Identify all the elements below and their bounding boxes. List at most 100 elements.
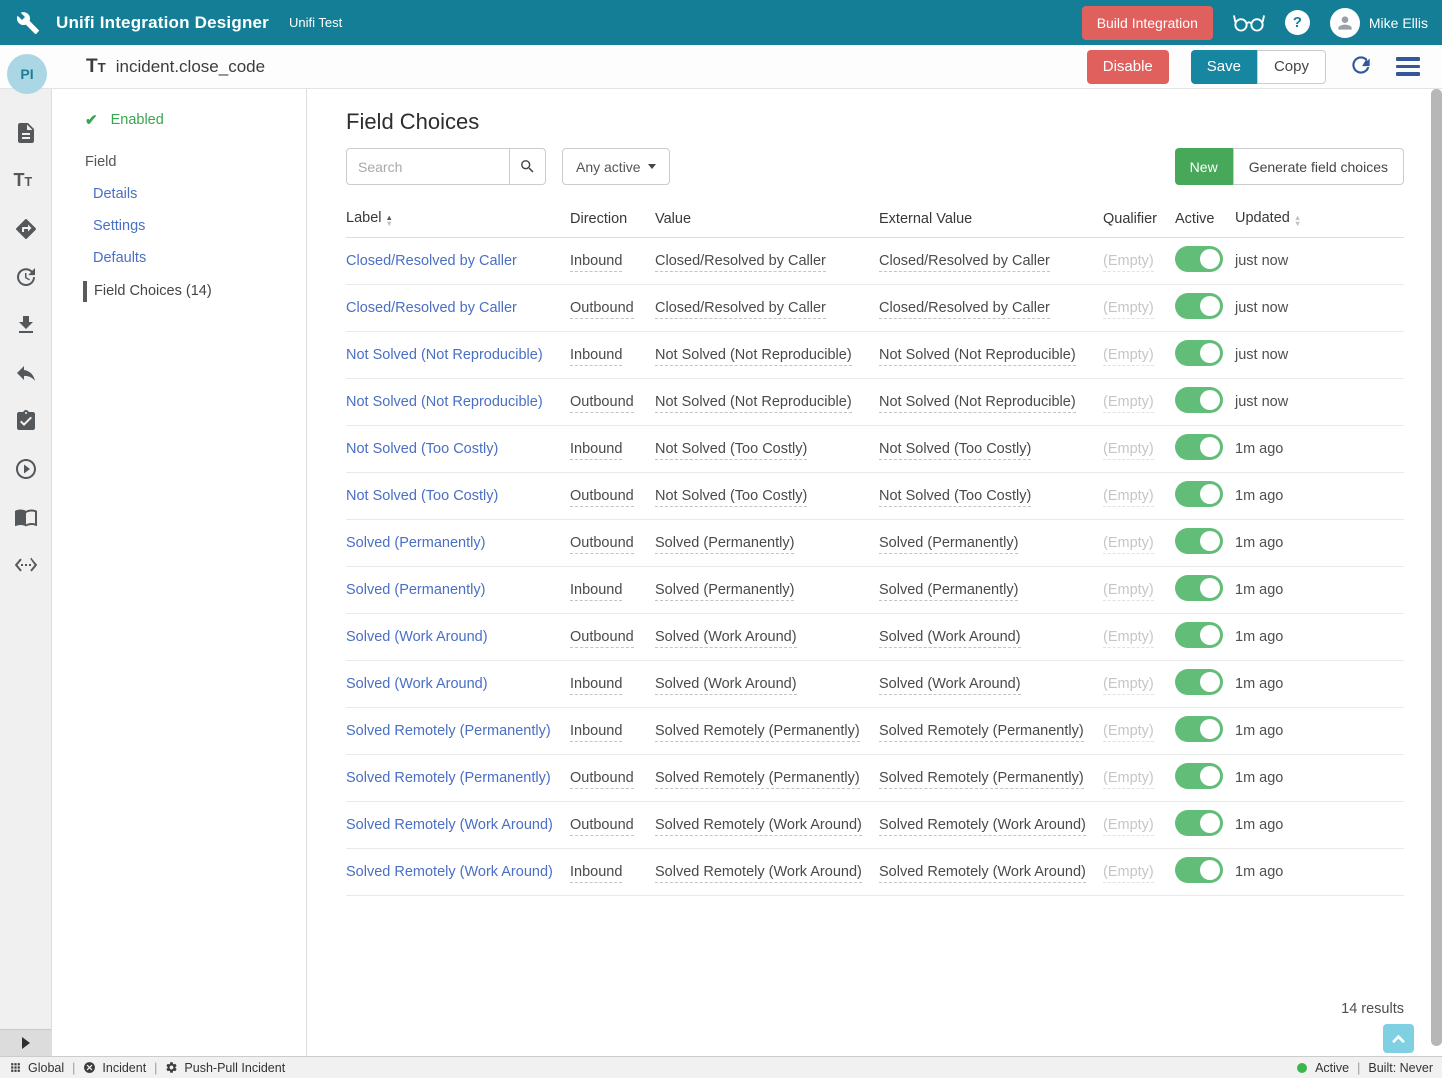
help-icon[interactable]: ?	[1285, 10, 1310, 35]
row-qualifier[interactable]: (Empty)	[1103, 253, 1154, 272]
column-header-direction[interactable]: Direction	[570, 211, 655, 227]
row-label-link[interactable]: Solved (Permanently)	[346, 582, 485, 598]
document-icon[interactable]	[14, 121, 38, 145]
column-header-external-value[interactable]: External Value	[879, 211, 1103, 227]
active-toggle[interactable]	[1175, 575, 1223, 601]
active-toggle[interactable]	[1175, 763, 1223, 789]
column-header-label[interactable]: Label▲▼	[346, 210, 570, 227]
nav-item-settings[interactable]: Settings	[52, 218, 306, 234]
column-header-value[interactable]: Value	[655, 211, 879, 227]
row-external-value[interactable]: Solved (Work Around)	[879, 629, 1021, 648]
row-qualifier[interactable]: (Empty)	[1103, 394, 1154, 413]
row-value[interactable]: Solved (Permanently)	[655, 535, 794, 554]
row-qualifier[interactable]: (Empty)	[1103, 347, 1154, 366]
scroll-to-top-button[interactable]	[1383, 1024, 1414, 1053]
row-value[interactable]: Solved Remotely (Work Around)	[655, 864, 862, 883]
row-direction[interactable]: Inbound	[570, 253, 622, 272]
row-qualifier[interactable]: (Empty)	[1103, 817, 1154, 836]
row-label-link[interactable]: Closed/Resolved by Caller	[346, 253, 517, 269]
row-external-value[interactable]: Closed/Resolved by Caller	[879, 253, 1050, 272]
row-external-value[interactable]: Not Solved (Not Reproducible)	[879, 394, 1076, 413]
active-toggle[interactable]	[1175, 340, 1223, 366]
row-label-link[interactable]: Solved (Work Around)	[346, 629, 488, 645]
row-value[interactable]: Not Solved (Too Costly)	[655, 488, 807, 507]
row-qualifier[interactable]: (Empty)	[1103, 441, 1154, 460]
row-external-value[interactable]: Solved Remotely (Work Around)	[879, 864, 1086, 883]
row-external-value[interactable]: Not Solved (Not Reproducible)	[879, 347, 1076, 366]
row-external-value[interactable]: Solved Remotely (Work Around)	[879, 817, 1086, 836]
book-icon[interactable]	[14, 505, 38, 529]
active-toggle[interactable]	[1175, 387, 1223, 413]
row-qualifier[interactable]: (Empty)	[1103, 488, 1154, 507]
integration-item[interactable]: Push-Pull Incident	[165, 1061, 285, 1075]
row-external-value[interactable]: Solved (Permanently)	[879, 582, 1018, 601]
active-toggle[interactable]	[1175, 716, 1223, 742]
sidebar-collapse-button[interactable]	[0, 1029, 51, 1056]
row-qualifier[interactable]: (Empty)	[1103, 582, 1154, 601]
disable-button[interactable]: Disable	[1087, 50, 1169, 84]
row-direction[interactable]: Inbound	[570, 582, 622, 601]
row-value[interactable]: Solved Remotely (Work Around)	[655, 817, 862, 836]
row-label-link[interactable]: Not Solved (Not Reproducible)	[346, 347, 543, 363]
row-value[interactable]: Solved (Permanently)	[655, 582, 794, 601]
column-header-updated[interactable]: Updated▲▼	[1235, 210, 1404, 227]
row-direction[interactable]: Inbound	[570, 347, 622, 366]
active-toggle[interactable]	[1175, 622, 1223, 648]
row-direction[interactable]: Inbound	[570, 723, 622, 742]
row-label-link[interactable]: Solved (Permanently)	[346, 535, 485, 551]
row-qualifier[interactable]: (Empty)	[1103, 864, 1154, 883]
row-value[interactable]: Solved (Work Around)	[655, 629, 797, 648]
active-toggle[interactable]	[1175, 857, 1223, 883]
row-external-value[interactable]: Solved Remotely (Permanently)	[879, 770, 1084, 789]
active-toggle[interactable]	[1175, 481, 1223, 507]
user-menu[interactable]: Mike Ellis	[1330, 8, 1428, 38]
row-value[interactable]: Solved Remotely (Permanently)	[655, 770, 860, 789]
download-icon[interactable]	[14, 313, 38, 337]
target-item[interactable]: Incident	[83, 1061, 146, 1075]
new-button[interactable]: New	[1175, 148, 1233, 185]
active-filter-dropdown[interactable]: Any active	[562, 148, 670, 185]
row-qualifier[interactable]: (Empty)	[1103, 535, 1154, 554]
active-toggle[interactable]	[1175, 434, 1223, 460]
generate-field-choices-button[interactable]: Generate field choices	[1233, 148, 1404, 185]
row-value[interactable]: Closed/Resolved by Caller	[655, 300, 826, 319]
nav-item-details[interactable]: Details	[52, 186, 306, 202]
active-toggle[interactable]	[1175, 528, 1223, 554]
row-label-link[interactable]: Not Solved (Too Costly)	[346, 441, 498, 457]
row-external-value[interactable]: Closed/Resolved by Caller	[879, 300, 1050, 319]
row-direction[interactable]: Outbound	[570, 300, 634, 319]
code-icon[interactable]	[14, 553, 38, 577]
play-circle-icon[interactable]	[14, 457, 38, 481]
row-external-value[interactable]: Not Solved (Too Costly)	[879, 441, 1031, 460]
row-direction[interactable]: Outbound	[570, 394, 634, 413]
row-value[interactable]: Not Solved (Not Reproducible)	[655, 347, 852, 366]
scope-item[interactable]: Global	[9, 1061, 64, 1075]
active-toggle[interactable]	[1175, 669, 1223, 695]
row-direction[interactable]: Inbound	[570, 441, 622, 460]
row-value[interactable]: Solved (Work Around)	[655, 676, 797, 695]
hamburger-menu-button[interactable]	[1396, 57, 1420, 76]
row-direction[interactable]: Outbound	[570, 817, 634, 836]
row-qualifier[interactable]: (Empty)	[1103, 723, 1154, 742]
row-value[interactable]: Not Solved (Too Costly)	[655, 441, 807, 460]
row-label-link[interactable]: Not Solved (Too Costly)	[346, 488, 498, 504]
column-header-active[interactable]: Active	[1175, 211, 1235, 227]
row-label-link[interactable]: Solved Remotely (Work Around)	[346, 864, 553, 880]
row-direction[interactable]: Outbound	[570, 629, 634, 648]
row-external-value[interactable]: Solved (Work Around)	[879, 676, 1021, 695]
row-direction[interactable]: Inbound	[570, 676, 622, 695]
reply-icon[interactable]	[14, 361, 38, 385]
row-value[interactable]: Closed/Resolved by Caller	[655, 253, 826, 272]
row-external-value[interactable]: Not Solved (Too Costly)	[879, 488, 1031, 507]
row-label-link[interactable]: Closed/Resolved by Caller	[346, 300, 517, 316]
tasks-icon[interactable]	[14, 409, 38, 433]
nav-item-field-choices[interactable]: Field Choices (14)	[83, 281, 306, 302]
preview-glasses-icon[interactable]	[1233, 12, 1265, 34]
row-label-link[interactable]: Solved Remotely (Work Around)	[346, 817, 553, 833]
active-toggle[interactable]	[1175, 246, 1223, 272]
row-direction[interactable]: Inbound	[570, 864, 622, 883]
row-label-link[interactable]: Not Solved (Not Reproducible)	[346, 394, 543, 410]
directions-icon[interactable]	[14, 217, 38, 241]
refresh-button[interactable]	[1348, 52, 1374, 81]
row-direction[interactable]: Outbound	[570, 488, 634, 507]
